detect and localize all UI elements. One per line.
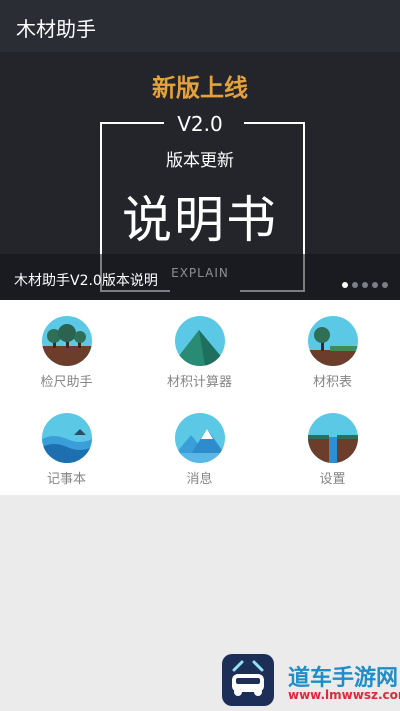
pager-dot[interactable] xyxy=(342,282,348,288)
app-title: 木材助手 xyxy=(16,17,96,41)
grid-item-messages[interactable]: 消息 xyxy=(133,397,266,487)
grid-item-label: 材积表 xyxy=(312,375,352,390)
grid-item-settings[interactable]: 设置 xyxy=(266,397,399,487)
forest-trees-icon xyxy=(42,316,92,366)
grid-item-volume-calculator[interactable]: 材积计算器 xyxy=(133,300,266,390)
pager-dot[interactable] xyxy=(372,282,378,288)
banner-big-text: 说明书 xyxy=(122,191,278,249)
sea-waves-icon xyxy=(42,413,92,463)
grid-item-inspect-helper[interactable]: 检尺助手 xyxy=(0,300,133,390)
tree-grass-icon xyxy=(308,316,358,366)
grid-item-volume-table[interactable]: 材积表 xyxy=(266,300,399,390)
feature-grid: 检尺助手 材积计算器 材积表 记事本 消息 设置 xyxy=(0,300,400,495)
grid-item-label: 消息 xyxy=(186,472,213,487)
watermark: 道车手游网 www.lmwwsz.com xyxy=(222,654,400,711)
waterfall-icon xyxy=(308,413,358,463)
pager-dot[interactable] xyxy=(352,282,358,288)
banner-headline: 新版上线 xyxy=(152,74,248,102)
banner-caption: 木材助手V2.0版本说明 xyxy=(14,273,158,289)
pager-dot[interactable] xyxy=(382,282,388,288)
app-bar: 木材助手 xyxy=(0,0,400,52)
banner-subtitle: 版本更新 xyxy=(166,151,234,171)
carousel-pager[interactable] xyxy=(342,282,388,288)
grid-item-label: 材积计算器 xyxy=(166,375,232,390)
banner-carousel[interactable]: 新版上线 V2.0 版本更新 说明书 EXPLAIN 木材助手V2.0版本说明 xyxy=(0,52,400,300)
banner-version: V2.0 xyxy=(177,112,223,136)
grid-item-label: 记事本 xyxy=(46,472,86,487)
grid-item-notebook[interactable]: 记事本 xyxy=(0,397,133,487)
grid-item-label: 设置 xyxy=(319,472,346,487)
pager-dot[interactable] xyxy=(362,282,368,288)
watermark-url: www.lmwwsz.com xyxy=(288,688,400,702)
snow-mountain-icon xyxy=(175,413,225,463)
mountain-icon xyxy=(175,316,225,366)
car-logo-icon xyxy=(222,654,274,706)
grid-item-label: 检尺助手 xyxy=(40,375,93,390)
